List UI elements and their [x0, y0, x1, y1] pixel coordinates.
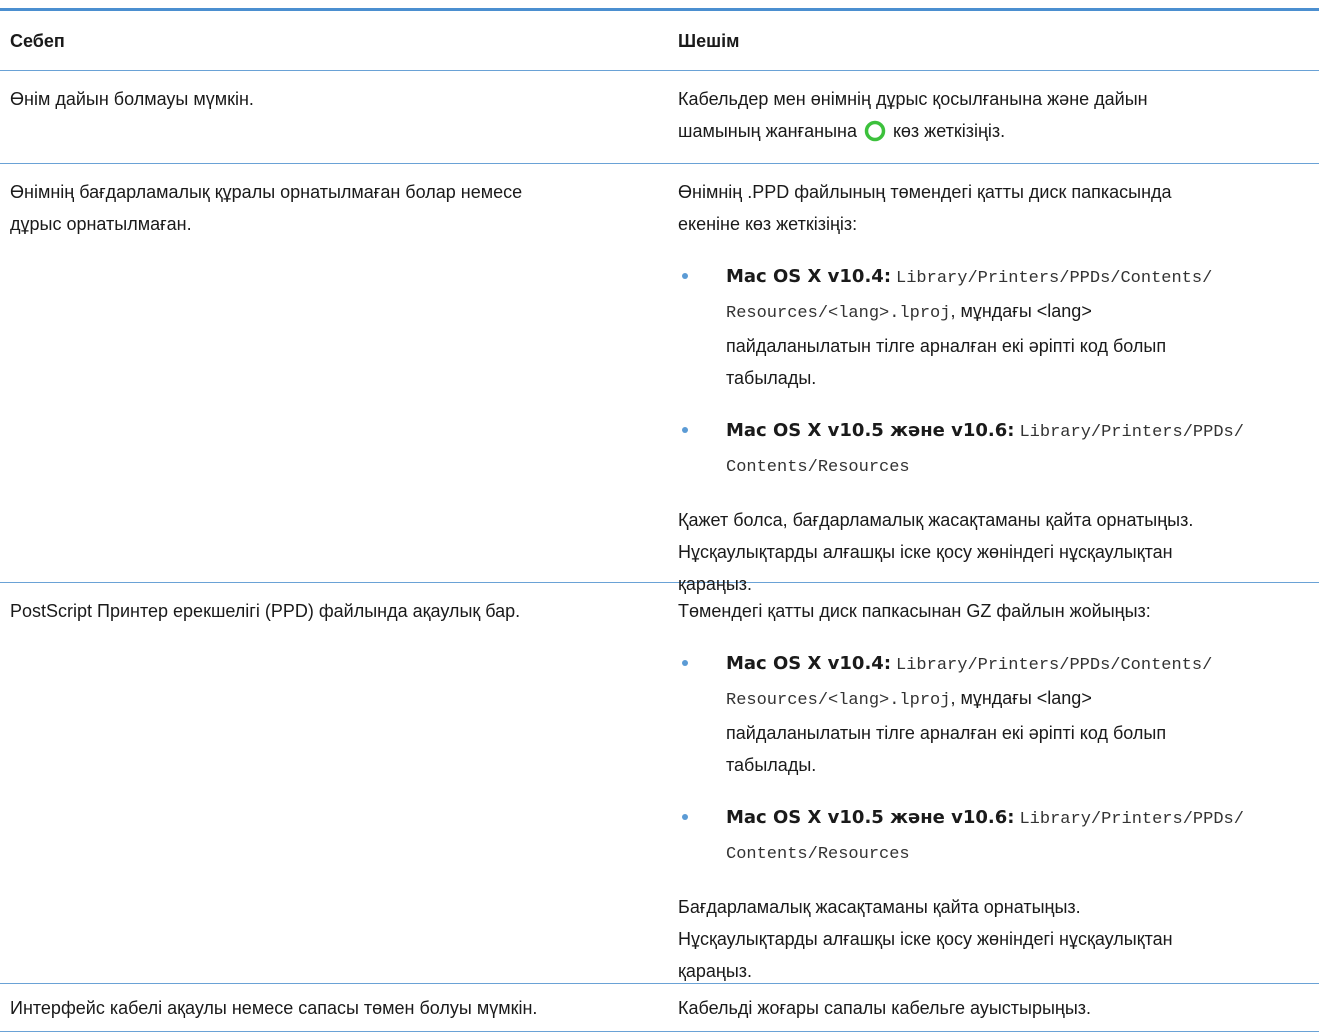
- solution-cell: Кабельді жоғары сапалы кабельге ауыстыры…: [678, 992, 1308, 1024]
- os-version: Mac OS X v10.5 және v10.6:: [726, 807, 1015, 828]
- bullet-line: Mac OS X v10.5 және v10.6: Library/Print…: [726, 801, 1308, 836]
- bullet-line: Mac OS X v10.4: Library/Printers/PPDs/Co…: [726, 260, 1308, 295]
- bullet-list: Mac OS X v10.4: Library/Printers/PPDs/Co…: [678, 260, 1308, 484]
- os-version: Mac OS X v10.4:: [726, 266, 892, 287]
- bullet-dot-icon: [682, 427, 688, 433]
- table-row: Өнімнің бағдарламалық құралы орнатылмаға…: [0, 164, 1319, 594]
- bullet-text-line: пайдаланылатын тілге арналған екі әріпті…: [726, 336, 1167, 356]
- bullet-text-line: табылады.: [726, 368, 817, 388]
- cause-text: PostScript Принтер ерекшелігі (PPD) файл…: [10, 601, 521, 621]
- table-row: PostScript Принтер ерекшелігі (PPD) файл…: [0, 583, 1319, 984]
- bullet-line: Contents/Resources: [726, 449, 1308, 484]
- solution-text-part: шамының жанғанына: [678, 121, 857, 141]
- path-text: Library/Printers/PPDs/: [1019, 423, 1244, 442]
- list-item: Mac OS X v10.4: Library/Printers/PPDs/Co…: [678, 260, 1308, 394]
- header-solution: Шешім: [678, 31, 740, 51]
- solution-intro-line2: екеніне көз жеткізіңіз:: [678, 214, 858, 234]
- outro-line: қараңыз.: [678, 961, 753, 981]
- header-cause: Себеп: [10, 31, 65, 51]
- outro-line: Қажет болса, бағдарламалық жасақтаманы қ…: [678, 510, 1194, 530]
- solution-outro: Бағдарламалық жасақтаманы қайта орнатыңы…: [678, 891, 1308, 987]
- list-item: Mac OS X v10.5 және v10.6: Library/Print…: [678, 801, 1308, 871]
- cause-cell: Өнімнің бағдарламалық құралы орнатылмаға…: [10, 176, 650, 240]
- solution-text-line2: шамының жанғанына көз жеткізіңіз.: [678, 115, 1308, 147]
- bullet-line: Mac OS X v10.4: Library/Printers/PPDs/Co…: [726, 647, 1308, 682]
- solution-text-line1: Кабельдер мен өнімнің дұрыс қосылғанына …: [678, 89, 1148, 109]
- bullet-line: Resources/<lang>.lproj, мұндағы <lang>: [726, 295, 1308, 330]
- solution-cell: Төмендегі қатты диск папкасынан GZ файлы…: [678, 595, 1308, 987]
- path-text: Library/Printers/PPDs/Contents/: [896, 269, 1213, 288]
- bullet-line: Resources/<lang>.lproj, мұндағы <lang>: [726, 682, 1308, 717]
- cause-cell: Интерфейс кабелі ақаулы немесе сапасы тө…: [10, 992, 650, 1024]
- table-row: Интерфейс кабелі ақаулы немесе сапасы тө…: [0, 984, 1319, 1032]
- path-text: Resources/<lang>.lproj: [726, 691, 951, 710]
- solution-text: Кабельді жоғары сапалы кабельге ауыстыры…: [678, 998, 1092, 1018]
- cause-text-line2: дұрыс орнатылмаған.: [10, 214, 192, 234]
- ready-light-icon: [864, 120, 886, 142]
- bullet-list: Mac OS X v10.4: Library/Printers/PPDs/Co…: [678, 647, 1308, 871]
- bullet-text-line: пайдаланылатын тілге арналған екі әріпті…: [726, 723, 1167, 743]
- bullet-text: , мұндағы <lang>: [950, 688, 1092, 708]
- solution-cell: Кабельдер мен өнімнің дұрыс қосылғанына …: [678, 83, 1308, 147]
- solution-intro-line1: Өнімнің .PPD файлының төмендегі қатты ди…: [678, 182, 1172, 202]
- outro-line: Нұсқаулықтарды алғашқы іске қосу жөнінде…: [678, 542, 1173, 562]
- list-item: Mac OS X v10.5 және v10.6: Library/Print…: [678, 414, 1308, 484]
- solution-text-part: көз жеткізіңіз.: [893, 121, 1006, 141]
- path-text: Resources/<lang>.lproj: [726, 304, 951, 323]
- bullet-text: , мұндағы <lang>: [950, 301, 1092, 321]
- path-text: Contents/Resources: [726, 845, 910, 864]
- bullet-dot-icon: [682, 273, 688, 279]
- cause-text-line1: Өнімнің бағдарламалық құралы орнатылмаға…: [10, 182, 523, 202]
- bullet-line: Mac OS X v10.5 және v10.6: Library/Print…: [726, 414, 1308, 449]
- solution-intro: Төмендегі қатты диск папкасынан GZ файлы…: [678, 601, 1151, 621]
- bullet-dot-icon: [682, 814, 688, 820]
- cause-text: Интерфейс кабелі ақаулы немесе сапасы тө…: [10, 998, 538, 1018]
- cause-text: Өнім дайын болмауы мүмкін.: [10, 89, 254, 109]
- path-text: Contents/Resources: [726, 458, 910, 477]
- bullet-dot-icon: [682, 660, 688, 666]
- table-header: Себеп Шешім: [0, 11, 1319, 71]
- outro-line: Бағдарламалық жасақтаманы қайта орнатыңы…: [678, 897, 1081, 917]
- cause-cell: PostScript Принтер ерекшелігі (PPD) файл…: [10, 595, 650, 627]
- table-row: Өнім дайын болмауы мүмкін. Кабельдер мен…: [0, 71, 1319, 164]
- cause-cell: Өнім дайын болмауы мүмкін.: [10, 83, 650, 115]
- list-item: Mac OS X v10.4: Library/Printers/PPDs/Co…: [678, 647, 1308, 781]
- path-text: Library/Printers/PPDs/Contents/: [896, 656, 1213, 675]
- bullet-text-line: табылады.: [726, 755, 817, 775]
- os-version: Mac OS X v10.4:: [726, 653, 892, 674]
- path-text: Library/Printers/PPDs/: [1019, 810, 1244, 829]
- os-version: Mac OS X v10.5 және v10.6:: [726, 420, 1015, 441]
- bullet-line: Contents/Resources: [726, 836, 1308, 871]
- outro-line: Нұсқаулықтарды алғашқы іске қосу жөнінде…: [678, 929, 1173, 949]
- solution-cell: Өнімнің .PPD файлының төмендегі қатты ди…: [678, 176, 1308, 600]
